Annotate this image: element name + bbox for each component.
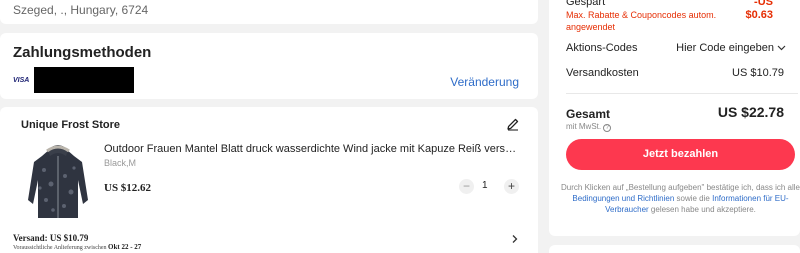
product-variant: Black,M — [104, 158, 137, 168]
promo-code-entry-label: Hier Code eingeben — [676, 42, 774, 54]
promo-code-entry-button[interactable]: Hier Code eingeben — [676, 42, 786, 54]
product-price: US $12.62 — [104, 182, 152, 194]
order-summary-card: Gespart -US $0.63 Max. Rabatte & Couponc… — [549, 0, 800, 236]
saved-value-line2: $0.63 — [745, 9, 773, 21]
secondary-summary-card — [549, 245, 800, 253]
terms-link[interactable]: Bedingungen und Richtlinien — [572, 194, 674, 203]
quantity-value: 1 — [482, 180, 488, 191]
quantity-increase-button[interactable]: + — [504, 179, 519, 194]
visa-logo-icon: VISA — [13, 77, 30, 84]
question-icon[interactable]: ? — [603, 124, 612, 132]
store-name: Unique Frost Store — [21, 119, 121, 131]
payment-methods-title: Zahlungsmethoden — [13, 44, 152, 61]
card-number-redacted — [34, 67, 134, 93]
delivery-estimate-dates: Okt 22 - 27 — [108, 243, 142, 251]
shipping-address-text: Szeged, ., Hungary, 6724 — [13, 3, 149, 17]
legal-text-part3: gelesen habe und akzeptiere. — [650, 205, 756, 214]
shipping-cost-label: Versandkosten — [566, 67, 639, 79]
product-title[interactable]: Outdoor Frauen Mantel Blatt druck wasser… — [104, 143, 520, 155]
vat-note: mit MwSt.? — [566, 122, 612, 132]
summary-divider — [566, 93, 798, 94]
product-image[interactable] — [20, 140, 96, 224]
legal-consent-text: Durch Klicken auf „Bestellung aufgeben" … — [561, 182, 800, 215]
shipping-cost-value: US $10.79 — [732, 67, 784, 79]
discount-note: Max. Rabatte & Couponcodes autom. angewe… — [566, 10, 717, 32]
quantity-decrease-button[interactable]: − — [459, 179, 474, 194]
delivery-estimate: Voraussichtliche Anlieferung zwischen Ok… — [13, 243, 141, 251]
payment-methods-card: Zahlungsmethoden VISA Veränderung — [0, 33, 538, 99]
promo-codes-label: Aktions-Codes — [566, 42, 638, 54]
store-order-card: Unique Frost Store Outdoor Frauen Mantel… — [0, 107, 538, 253]
legal-text-part2: sowie die — [676, 194, 710, 203]
change-payment-link[interactable]: Veränderung — [450, 75, 519, 89]
saved-value: -US $0.63 — [745, 0, 773, 22]
vat-note-text: mit MwSt. — [566, 122, 602, 131]
saved-value-line1: -US — [754, 0, 773, 8]
total-value: US $22.78 — [717, 104, 784, 120]
pencil-icon[interactable] — [506, 117, 520, 131]
saved-label: Gespart — [566, 0, 606, 8]
total-label: Gesamt — [566, 107, 611, 121]
legal-text-part1: Durch Klicken auf „Bestellung aufgeben" … — [561, 183, 800, 192]
chevron-right-icon[interactable] — [510, 234, 519, 244]
shipping-cost-line: Versand: US $10.79 — [13, 233, 89, 243]
delivery-estimate-prefix: Voraussichtliche Anlieferung zwischen — [13, 245, 107, 251]
shipping-address-card: Szeged, ., Hungary, 6724 — [0, 0, 538, 24]
pay-now-button[interactable]: Jetzt bezahlen — [566, 139, 795, 170]
chevron-down-icon — [777, 45, 786, 51]
